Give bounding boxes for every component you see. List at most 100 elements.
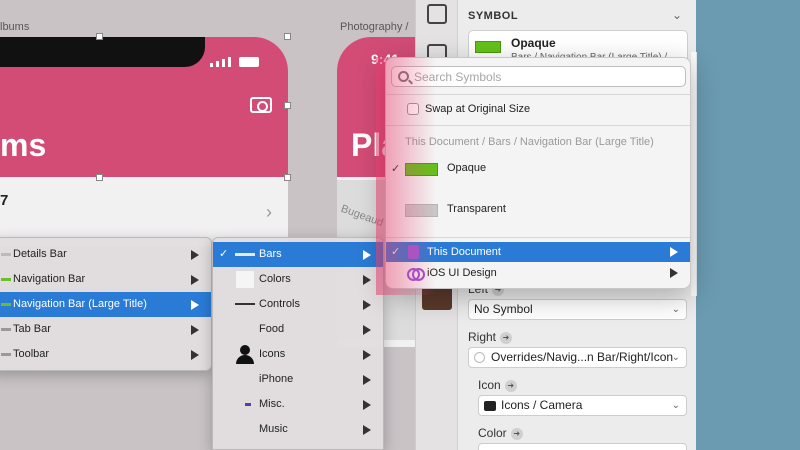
color-override-select[interactable] (478, 443, 687, 450)
list-row-text: 7 (0, 192, 9, 209)
left-override-select[interactable]: No Symbol ⌄ (468, 299, 687, 320)
swap-original-size-checkbox[interactable] (407, 103, 419, 115)
library-ios-ui-design[interactable]: iOS UI Design (386, 263, 690, 283)
swatch-icon (1, 303, 11, 306)
menu-item-label: Controls (259, 298, 300, 310)
submenu-arrow-icon (363, 325, 371, 335)
symbol-option-opaque[interactable]: ✓ Opaque (386, 151, 690, 187)
vector-edit-icon[interactable] (427, 4, 447, 24)
submenu-arrow-icon (191, 250, 199, 260)
library-link-icon (407, 268, 425, 281)
large-title: ms (0, 127, 47, 163)
symbol-group-menu: Details Bar Navigation Bar Navigation Ba… (0, 237, 212, 371)
menu-item-misc[interactable]: Misc. (213, 392, 383, 417)
resize-handle[interactable] (96, 33, 103, 40)
check-icon: ✓ (391, 246, 401, 258)
swatch-icon (1, 278, 11, 281)
symbol-swap-popover: Swap at Original Size This Document / Ba… (385, 57, 691, 289)
status-icons (210, 53, 270, 67)
popover-edge (691, 52, 697, 296)
arrow-right-icon[interactable]: ➜ (504, 379, 517, 392)
menu-item-label: iPhone (259, 373, 294, 385)
menu-item-iphone[interactable]: iPhone (213, 367, 383, 392)
artboard-albums[interactable]: ms 7 › (0, 37, 288, 247)
resize-handle[interactable] (96, 174, 103, 181)
override-label-right: Right ➜ (468, 330, 513, 344)
submenu-arrow-icon (670, 268, 678, 278)
submenu-arrow-icon (191, 350, 199, 360)
chevron-down-icon: ⌄ (671, 304, 680, 315)
right-override-select[interactable]: Overrides/Navig...n Bar/Right/Icon ⌄ (468, 347, 687, 368)
symbol-thumbnail (475, 41, 501, 53)
submenu-arrow-icon (191, 275, 199, 285)
menu-item-colors[interactable]: Colors (213, 267, 383, 292)
override-label-color: Color ➜ (478, 426, 523, 440)
menu-item-label: Bars (259, 248, 282, 260)
submenu-arrow-icon (363, 400, 371, 410)
resize-handle[interactable] (284, 102, 291, 109)
menu-item-navigation-bar-large-title[interactable]: Navigation Bar (Large Title) (0, 292, 211, 317)
submenu-arrow-icon (363, 350, 371, 360)
menu-item-bars[interactable]: ✓ Bars (213, 242, 383, 267)
select-value: No Symbol (474, 302, 533, 316)
camera-icon (484, 400, 496, 411)
menu-item-label: Navigation Bar (13, 273, 86, 285)
menu-item-music[interactable]: Music (213, 417, 383, 442)
library-label: iOS UI Design (427, 267, 497, 279)
divider (386, 94, 690, 95)
menu-item-toolbar[interactable]: Toolbar (0, 342, 211, 367)
arrow-right-icon[interactable]: ➜ (500, 331, 513, 344)
menu-item-details-bar[interactable]: Details Bar (0, 242, 211, 267)
menu-item-label: Tab Bar (13, 323, 51, 335)
search-field[interactable] (391, 66, 686, 87)
artboard-label[interactable]: Photography / (340, 21, 409, 33)
check-icon: ✓ (391, 163, 401, 175)
resize-handle[interactable] (284, 33, 291, 40)
divider (386, 237, 690, 238)
chevron-down-icon[interactable]: ⌄ (672, 8, 682, 22)
chevron-down-icon: ⌄ (671, 400, 680, 411)
group-header: This Document / Bars / Navigation Bar (L… (405, 136, 654, 148)
select-value: Overrides/Navig...n Bar/Right/Icon (491, 350, 674, 364)
checkbox-label[interactable]: Swap at Original Size (425, 103, 530, 115)
chevron-right-icon: › (266, 202, 272, 222)
symbol-circle-icon (474, 352, 485, 364)
library-this-document[interactable]: ✓ This Document (386, 242, 690, 262)
menu-item-label: Food (259, 323, 285, 335)
iphone-icon (235, 378, 255, 381)
menu-item-navigation-bar[interactable]: Navigation Bar (0, 267, 211, 292)
navigation-bar: ms (0, 37, 288, 177)
artboard-label[interactable]: lbums (0, 21, 29, 33)
menu-item-controls[interactable]: Controls (213, 292, 383, 317)
menu-item-icons[interactable]: Icons (213, 342, 383, 367)
divider (386, 125, 690, 126)
submenu-arrow-icon (363, 375, 371, 385)
document-icon (408, 245, 419, 259)
menu-item-tab-bar[interactable]: Tab Bar (0, 317, 211, 342)
symbol-option-transparent[interactable]: Transparent (386, 192, 690, 228)
icon-override-select[interactable]: Icons / Camera ⌄ (478, 395, 687, 416)
library-label: This Document (427, 246, 501, 258)
resize-handle[interactable] (284, 174, 291, 181)
camera-icon (250, 97, 272, 113)
menu-item-label: Music (259, 423, 288, 435)
person-icon (235, 345, 255, 365)
colors-icon (235, 270, 255, 289)
chevron-down-icon: ⌄ (671, 352, 680, 363)
submenu-arrow-icon (363, 250, 371, 260)
arrow-right-icon[interactable]: ➜ (510, 427, 523, 440)
check-icon: ✓ (219, 248, 229, 260)
search-input[interactable] (414, 68, 674, 85)
symbol-thumbnail (405, 204, 438, 217)
override-label-icon: Icon ➜ (478, 378, 517, 392)
symbol-thumbnail (405, 163, 438, 176)
symbol-option-label: Transparent (447, 203, 506, 215)
submenu-arrow-icon (191, 325, 199, 335)
design-canvas[interactable]: lbums Photography / ms 7 › 9:41 Pla Buge… (0, 0, 415, 450)
submenu-arrow-icon (363, 425, 371, 435)
symbol-category-menu: ✓ Bars Colors Controls Food Icons iPhone… (212, 237, 384, 450)
swatch-icon (1, 328, 11, 331)
menu-item-label: Details Bar (13, 248, 67, 260)
food-icon (235, 328, 255, 331)
menu-item-food[interactable]: Food (213, 317, 383, 342)
